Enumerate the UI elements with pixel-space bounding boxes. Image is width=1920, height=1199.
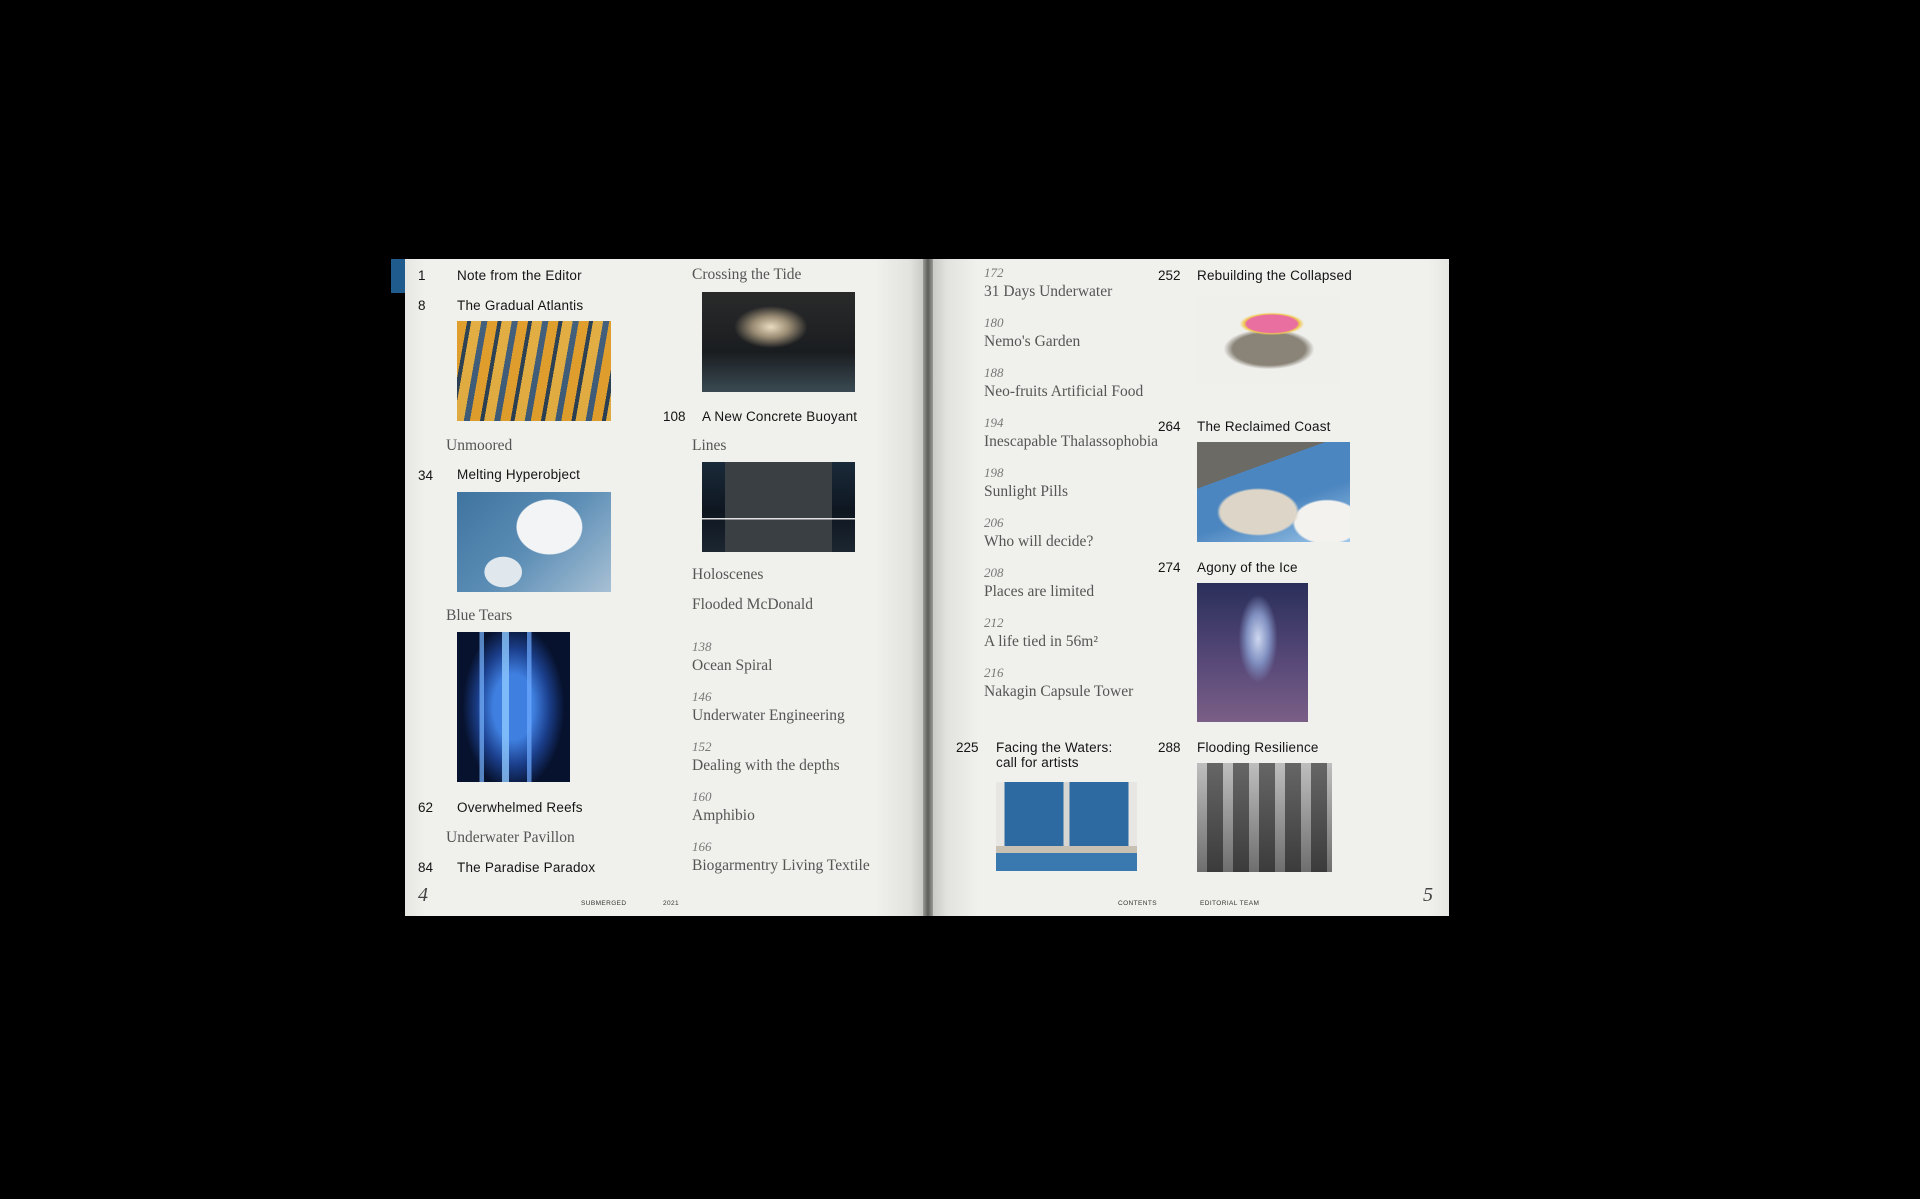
buoyant-building-image: [702, 462, 855, 552]
entry-number: 108: [663, 409, 686, 424]
entry-title[interactable]: Flooding Resilience: [1197, 740, 1319, 755]
entry-title[interactable]: Melting Hyperobject: [457, 467, 580, 482]
entry-title[interactable]: Neo-fruits Artificial Food: [984, 383, 1143, 401]
entry-number: 84: [418, 860, 434, 875]
entry-number: 225: [956, 740, 979, 755]
aquarium-room-image: [996, 782, 1137, 871]
entry-title[interactable]: The Gradual Atlantis: [457, 298, 583, 313]
entry-number: 274: [1158, 560, 1181, 575]
entry-number: 166: [692, 839, 712, 854]
entry-title[interactable]: Nakagin Capsule Tower: [984, 683, 1133, 701]
entry-number: 160: [692, 789, 712, 804]
cover-edge: [391, 259, 405, 293]
entry-title[interactable]: Amphibio: [692, 807, 755, 825]
footer-label: 2021: [663, 900, 680, 907]
entry-number: 180: [984, 315, 1004, 330]
entry-number: 212: [984, 615, 1004, 630]
entry-title[interactable]: Crossing the Tide: [692, 266, 801, 284]
entry-number: 194: [984, 415, 1004, 430]
coral-sculpture-image: [1197, 295, 1341, 385]
entry-title[interactable]: Unmoored: [446, 437, 512, 455]
entry-title[interactable]: Inescapable Thalassophobia: [984, 433, 1158, 451]
entry-title[interactable]: Rebuilding the Collapsed: [1197, 268, 1352, 283]
entry-title[interactable]: Facing the Waters:: [996, 740, 1112, 755]
page-folio: 4: [418, 884, 428, 906]
entry-title[interactable]: Holoscenes: [692, 566, 763, 584]
right-page: 172 31 Days Underwater 180 Nemo's Garden…: [933, 259, 1449, 916]
entry-title[interactable]: Ocean Spiral: [692, 657, 772, 675]
crossing-tide-image: [702, 292, 855, 392]
entry-number: 198: [984, 465, 1004, 480]
flooded-taxis-image: [457, 321, 611, 421]
entry-number: 206: [984, 515, 1004, 530]
entry-title[interactable]: Underwater Engineering: [692, 707, 845, 725]
footer-label: CONTENTS: [1118, 900, 1157, 907]
entry-title[interactable]: Lines: [692, 437, 726, 455]
entry-title[interactable]: Dealing with the depths: [692, 757, 840, 775]
entry-number: 34: [418, 468, 434, 483]
entry-number: 252: [1158, 268, 1181, 283]
entry-number: 216: [984, 665, 1004, 680]
entry-title[interactable]: Biogarmentry Living Textile: [692, 857, 870, 875]
page-folio: 5: [1423, 884, 1433, 906]
entry-title[interactable]: Overwhelmed Reefs: [457, 800, 583, 815]
entry-title[interactable]: Note from the Editor: [457, 268, 582, 283]
ice-cave-image: [1197, 583, 1308, 722]
entry-number: 152: [692, 739, 712, 754]
entry-title[interactable]: Agony of the Ice: [1197, 560, 1298, 575]
footer-label: EDITORIAL TEAM: [1200, 900, 1260, 907]
entry-title[interactable]: Flooded McDonald: [692, 596, 813, 614]
spine-gutter: [923, 259, 933, 916]
entry-number: 288: [1158, 740, 1181, 755]
entry-title[interactable]: Blue Tears: [446, 607, 512, 625]
entry-title-line2[interactable]: call for artists: [996, 755, 1079, 770]
entry-number: 8: [418, 298, 426, 313]
footer-label: SUBMERGED: [581, 900, 627, 907]
entry-title[interactable]: The Reclaimed Coast: [1197, 419, 1331, 434]
entry-title[interactable]: Sunlight Pills: [984, 483, 1068, 501]
entry-title[interactable]: A New Concrete Buoyant: [702, 409, 857, 424]
entry-title[interactable]: 31 Days Underwater: [984, 283, 1112, 301]
entry-number: 1: [418, 268, 426, 283]
entry-number: 264: [1158, 419, 1181, 434]
flood-cistern-image: [1197, 763, 1332, 872]
entry-title[interactable]: Nemo's Garden: [984, 333, 1080, 351]
entry-title[interactable]: A life tied in 56m²: [984, 633, 1098, 651]
entry-number: 138: [692, 639, 712, 654]
entry-title[interactable]: Who will decide?: [984, 533, 1093, 551]
melting-ice-image: [457, 492, 611, 592]
left-page: 1 Note from the Editor 8 The Gradual Atl…: [405, 259, 923, 916]
entry-title[interactable]: The Paradise Paradox: [457, 860, 595, 875]
entry-number: 208: [984, 565, 1004, 580]
entry-number: 62: [418, 800, 434, 815]
reclaimed-coast-image: [1197, 442, 1350, 542]
entry-number: 146: [692, 689, 712, 704]
entry-number: 188: [984, 365, 1004, 380]
magazine-spread: 1 Note from the Editor 8 The Gradual Atl…: [391, 259, 1463, 916]
entry-title[interactable]: Places are limited: [984, 583, 1094, 601]
entry-number: 172: [984, 265, 1004, 280]
entry-title[interactable]: Underwater Pavillon: [446, 829, 575, 847]
blue-tears-image: [457, 632, 570, 782]
